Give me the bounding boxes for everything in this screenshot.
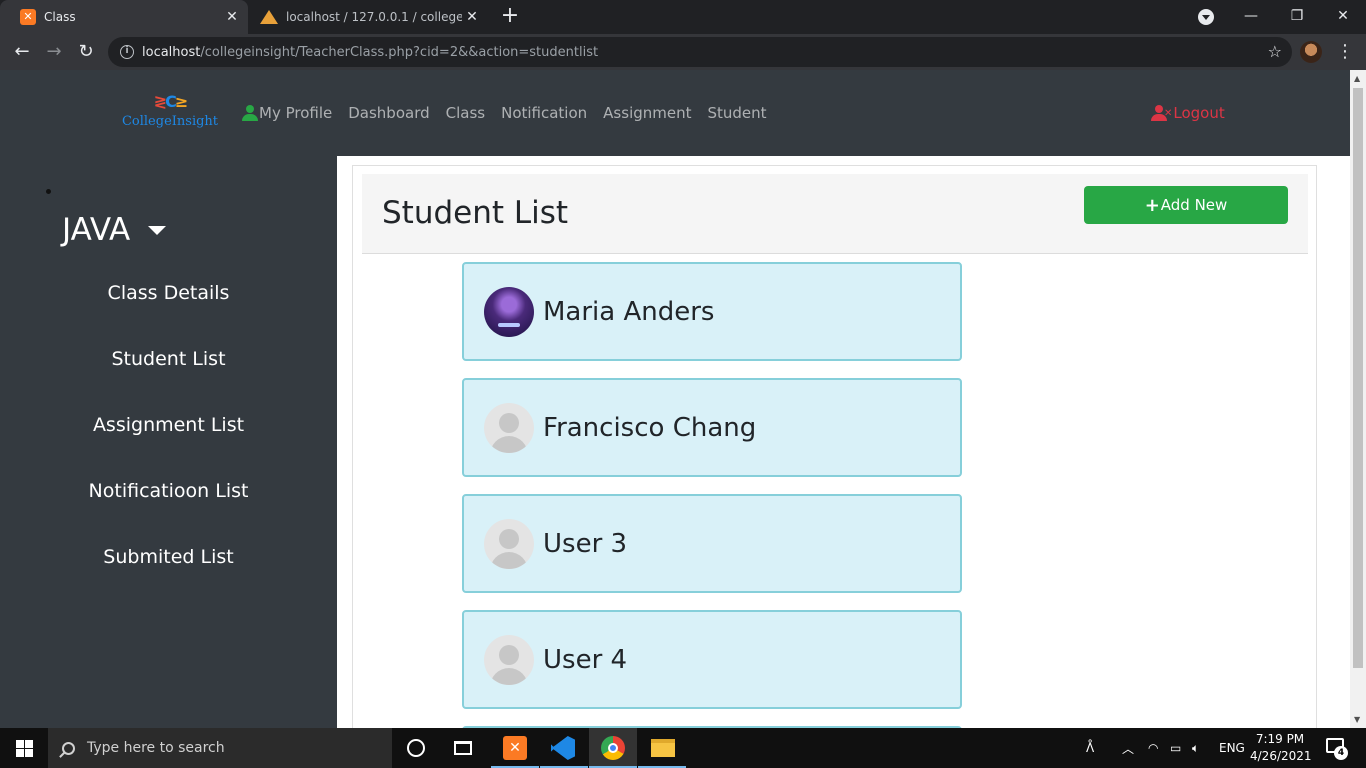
- battery-icon[interactable]: ▭: [1170, 728, 1181, 768]
- restore-icon[interactable]: ❐: [1274, 0, 1320, 34]
- search-icon: [62, 741, 75, 755]
- sidebar-item-submited-list[interactable]: Submited List: [0, 546, 337, 568]
- student-card[interactable]: Maria Anders: [462, 262, 962, 361]
- chrome-icon[interactable]: [601, 736, 625, 760]
- default-avatar-icon: [484, 518, 534, 569]
- language-indicator[interactable]: ENG: [1219, 728, 1245, 768]
- xampp-favicon-icon: ✕: [20, 9, 36, 25]
- class-dropdown[interactable]: JAVA: [62, 212, 167, 248]
- search-placeholder: Type here to search: [87, 740, 225, 756]
- forward-icon[interactable]: →: [42, 40, 66, 64]
- nav-dashboard[interactable]: Dashboard: [348, 104, 429, 122]
- logo-mark-icon: ≷C≥: [153, 92, 189, 111]
- sidebar-item-notification-list[interactable]: Notificatioon List: [0, 480, 337, 502]
- cortana-icon[interactable]: [407, 739, 425, 757]
- close-window-icon[interactable]: ✕: [1320, 0, 1366, 34]
- add-new-label: Add New: [1160, 196, 1228, 214]
- top-navigation: My Profile Dashboard Class Notification …: [242, 104, 783, 122]
- user-icon: [242, 105, 258, 121]
- main-content: Student List + Add New Maria Anders Fran…: [337, 156, 1350, 728]
- scrollbar-thumb[interactable]: [1353, 88, 1363, 668]
- tab-search-icon[interactable]: [1198, 9, 1214, 25]
- info-icon[interactable]: i: [120, 45, 134, 59]
- add-new-button[interactable]: + Add New: [1084, 186, 1288, 224]
- page-scrollbar[interactable]: ▲ ▼: [1350, 70, 1366, 728]
- sidebar-item-student-list[interactable]: Student List: [0, 348, 337, 370]
- logout-label: Logout: [1173, 104, 1225, 122]
- clock-date: 4/26/2021: [1250, 749, 1312, 763]
- volume-icon[interactable]: 🔈︎: [1192, 728, 1199, 768]
- student-name: Maria Anders: [543, 296, 715, 327]
- student-name: User 3: [543, 528, 628, 559]
- student-name: User 4: [543, 644, 628, 675]
- sidebar-item-class-details[interactable]: Class Details: [0, 282, 337, 304]
- browser-toolbar: ← → ↻ i localhost/collegeinsight/Teacher…: [0, 34, 1366, 70]
- student-list-card: Student List + Add New Maria Anders Fran…: [352, 165, 1317, 728]
- file-explorer-icon[interactable]: [651, 739, 675, 757]
- nav-assignment[interactable]: Assignment: [603, 104, 691, 122]
- browser-tabstrip: ✕ Class ✕ localhost / 127.0.0.1 / colleg…: [0, 0, 1366, 34]
- task-view-icon[interactable]: [454, 741, 472, 755]
- student-name: Francisco Chang: [543, 412, 757, 443]
- page-title: Student List: [382, 195, 569, 231]
- plus-icon: +: [1144, 194, 1160, 216]
- card-header: Student List + Add New: [362, 174, 1308, 254]
- nav-label: My Profile: [259, 104, 333, 122]
- people-icon[interactable]: ᐰ: [1086, 728, 1094, 768]
- sidebar: JAVA Class Details Student List Assignme…: [0, 156, 337, 728]
- browser-profile-avatar[interactable]: [1300, 41, 1322, 63]
- show-hidden-icons-icon[interactable]: ︿: [1122, 728, 1134, 768]
- user-remove-icon: [1151, 105, 1167, 121]
- scroll-up-icon[interactable]: ▲: [1354, 74, 1360, 83]
- avatar: [484, 286, 534, 337]
- nav-student[interactable]: Student: [708, 104, 767, 122]
- page: ≷C≥ CollegeInsight My Profile Dashboard …: [0, 70, 1350, 728]
- clock-time: 7:19 PM: [1255, 732, 1305, 746]
- student-card[interactable]: User 3: [462, 494, 962, 593]
- url-path: /collegeinsight/TeacherClass.php?cid=2&&…: [200, 44, 599, 60]
- notification-count-badge: 4: [1334, 746, 1348, 760]
- nav-my-profile[interactable]: My Profile: [242, 104, 332, 122]
- phpmyadmin-favicon-icon: [260, 10, 278, 24]
- back-icon[interactable]: ←: [10, 40, 34, 64]
- tab-title: Class: [44, 10, 76, 24]
- brand-logo[interactable]: ≷C≥ CollegeInsight: [119, 92, 221, 136]
- address-bar[interactable]: i localhost/collegeinsight/TeacherClass.…: [108, 37, 1292, 67]
- windows-start-icon[interactable]: [16, 740, 33, 757]
- class-name: JAVA: [62, 212, 131, 248]
- windows-taskbar: Type here to search ✕ ᐰ ︿ ◠ ▭ 🔈︎ ENG 7:1…: [0, 728, 1366, 768]
- minimize-icon[interactable]: —: [1228, 0, 1274, 34]
- student-card[interactable]: Francisco Chang: [462, 378, 962, 477]
- scroll-down-icon[interactable]: ▼: [1354, 715, 1360, 724]
- new-tab-icon[interactable]: +: [498, 5, 522, 29]
- tab-class[interactable]: ✕ Class ✕: [0, 0, 248, 34]
- default-avatar-icon: [484, 402, 534, 453]
- browser-menu-icon[interactable]: ⋮: [1336, 40, 1354, 64]
- sidebar-item-assignment-list[interactable]: Assignment List: [0, 414, 337, 436]
- default-avatar-icon: [484, 634, 534, 685]
- xampp-icon[interactable]: ✕: [503, 736, 527, 760]
- nav-notification[interactable]: Notification: [501, 104, 587, 122]
- wifi-icon[interactable]: ◠: [1148, 728, 1158, 768]
- taskbar-clock[interactable]: 7:19 PM 4/26/2021: [1250, 731, 1312, 765]
- url-host: localhost: [142, 44, 201, 60]
- logout-link[interactable]: ✕ Logout: [1151, 104, 1225, 122]
- taskbar-search[interactable]: Type here to search: [48, 728, 392, 768]
- close-tab-icon[interactable]: ✕: [222, 9, 242, 25]
- student-card[interactable]: User 4: [462, 610, 962, 709]
- tab-title: localhost / 127.0.0.1 / collegeinsight: [286, 10, 462, 24]
- brand-name: CollegeInsight: [121, 114, 219, 129]
- close-tab-icon[interactable]: ✕: [462, 9, 482, 25]
- nav-class[interactable]: Class: [446, 104, 485, 122]
- tab-phpmyadmin[interactable]: localhost / 127.0.0.1 / collegeinsight ✕: [250, 0, 488, 34]
- list-bullet: [46, 189, 51, 194]
- vscode-icon[interactable]: [551, 736, 575, 760]
- reload-icon[interactable]: ↻: [74, 40, 98, 64]
- caret-down-icon: [148, 225, 167, 235]
- bookmark-star-icon[interactable]: ☆: [1268, 42, 1282, 61]
